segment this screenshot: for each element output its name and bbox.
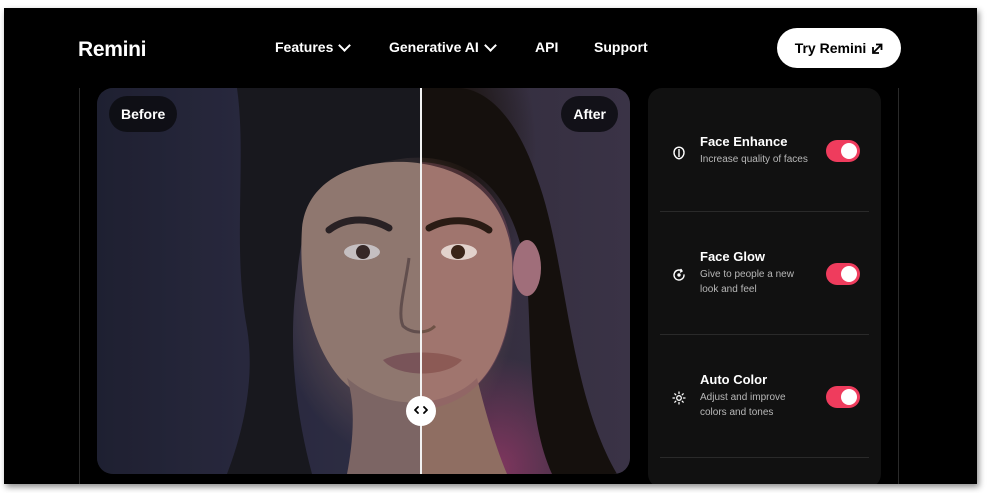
content-guide-line bbox=[79, 88, 80, 484]
feature-description: Adjust and improve colors and tones bbox=[700, 392, 786, 418]
content-guide-line bbox=[898, 88, 899, 484]
face-glow-toggle[interactable] bbox=[826, 263, 860, 285]
divider bbox=[660, 457, 869, 458]
after-label: After bbox=[561, 96, 618, 132]
nav-item-label: API bbox=[535, 39, 559, 55]
nav-item-label: Generative AI bbox=[389, 39, 479, 55]
feature-title: Auto Color bbox=[700, 372, 768, 387]
feature-face-enhance: Face Enhance Increase quality of faces bbox=[660, 88, 869, 210]
nav-item-features[interactable]: Features bbox=[275, 38, 352, 55]
feature-description: Increase quality of faces bbox=[700, 154, 808, 165]
feature-title: Face Glow bbox=[700, 249, 766, 264]
auto-color-toggle[interactable] bbox=[826, 386, 860, 408]
feature-auto-color: Auto Color Adjust and improve colors and… bbox=[660, 334, 869, 456]
cta-label: Try Remini bbox=[794, 40, 867, 56]
toggle-knob bbox=[841, 389, 857, 405]
nav-item-support[interactable]: Support bbox=[594, 39, 648, 55]
feature-face-glow: Face Glow Give to people a new look and … bbox=[660, 211, 869, 333]
nav-item-generative-ai[interactable]: Generative AI bbox=[389, 38, 497, 55]
before-label: Before bbox=[109, 96, 178, 132]
chevron-down-icon bbox=[483, 38, 497, 52]
left-right-arrows-icon bbox=[414, 402, 428, 420]
toggle-knob bbox=[841, 266, 857, 282]
before-after-comparison[interactable]: Before After bbox=[97, 88, 630, 474]
before-side-overlay bbox=[97, 88, 420, 474]
features-panel: Face Enhance Increase quality of faces F… bbox=[648, 88, 881, 484]
brand-logo[interactable]: Remini bbox=[78, 38, 147, 62]
external-link-icon bbox=[872, 43, 883, 54]
face-enhance-toggle[interactable] bbox=[826, 140, 860, 162]
sun-icon bbox=[672, 391, 686, 405]
feature-title: Face Enhance bbox=[700, 134, 788, 149]
nav-item-label: Features bbox=[275, 39, 334, 55]
nav-item-label: Support bbox=[594, 39, 648, 55]
feature-description: Give to people a new look and feel bbox=[700, 269, 794, 295]
face-shield-icon bbox=[672, 146, 686, 160]
try-remini-button[interactable]: Try Remini bbox=[777, 28, 901, 68]
nav-item-api[interactable]: API bbox=[535, 39, 558, 55]
glow-refresh-icon bbox=[672, 268, 686, 282]
toggle-knob bbox=[841, 143, 857, 159]
chevron-down-icon bbox=[338, 38, 352, 52]
compare-slider-handle[interactable] bbox=[406, 396, 436, 426]
app-frame: Remini Features Generative AI API Suppor… bbox=[4, 8, 977, 484]
